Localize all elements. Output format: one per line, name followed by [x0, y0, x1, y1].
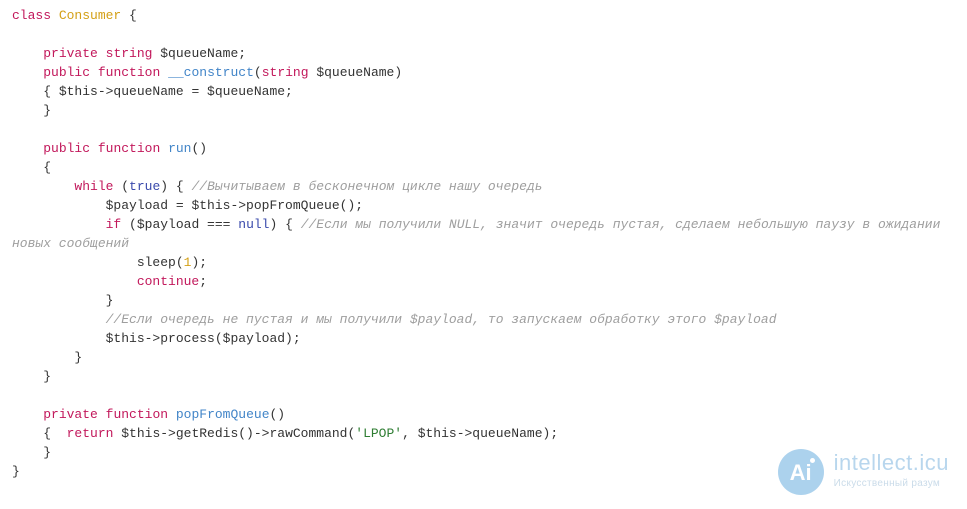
- code-token-punct: [12, 217, 106, 232]
- code-token-bool: true: [129, 179, 160, 194]
- code-token-punct: [12, 407, 43, 422]
- code-token-kw: string: [106, 46, 153, 61]
- watermark-subtitle: Искусственный разум: [834, 474, 949, 493]
- code-token-kw: private: [43, 407, 98, 422]
- code-token-cmt: //Вычитываем в бесконечном цикле нашу оч…: [191, 179, 542, 194]
- code-token-punct: ;: [199, 274, 207, 289]
- code-token-kw: return: [67, 426, 114, 441]
- code-token-punct: {: [121, 8, 137, 23]
- code-token-punct: [160, 65, 168, 80]
- watermark-text: intellect.icu Искусственный разум: [834, 452, 949, 493]
- code-token-punct: [90, 141, 98, 156]
- watermark-dot-icon: [810, 458, 815, 463]
- code-token-punct: $payload = $this->popFromQueue();: [12, 198, 363, 213]
- code-token-fn: run: [168, 141, 191, 156]
- code-token-punct: [168, 407, 176, 422]
- code-token-punct: [98, 46, 106, 61]
- code-token-punct: }: [12, 464, 20, 479]
- code-token-punct: (): [270, 407, 286, 422]
- code-token-punct: [90, 65, 98, 80]
- code-block: class Consumer { private string $queueNa…: [0, 0, 967, 487]
- code-token-kw: public: [43, 65, 90, 80]
- code-token-punct: [12, 312, 106, 327]
- code-token-kw: function: [98, 141, 160, 156]
- code-token-fn: popFromQueue: [176, 407, 270, 422]
- code-token-punct: ) {: [269, 217, 300, 232]
- code-token-kw: function: [106, 407, 168, 422]
- code-token-punct: [98, 407, 106, 422]
- code-token-punct: $this->process($payload);: [12, 331, 301, 346]
- code-token-kw: public: [43, 141, 90, 156]
- watermark-badge-text: Ai: [790, 463, 812, 482]
- code-token-bool: null: [238, 217, 269, 232]
- code-token-punct: $this->getRedis()->rawCommand(: [113, 426, 355, 441]
- code-token-punct: [12, 141, 43, 156]
- code-token-punct: , $this->queueName);: [402, 426, 558, 441]
- code-token-punct: ($payload ===: [121, 217, 238, 232]
- code-token-punct: (): [191, 141, 207, 156]
- code-token-punct: }: [12, 103, 51, 118]
- code-token-kw: continue: [137, 274, 199, 289]
- code-token-punct: sleep(: [12, 255, 184, 270]
- code-token-punct: [51, 8, 59, 23]
- code-token-kw: function: [98, 65, 160, 80]
- watermark: Ai intellect.icu Искусственный разум: [778, 449, 949, 495]
- code-token-punct: [12, 65, 43, 80]
- code-token-punct: (: [113, 179, 129, 194]
- code-token-kw: string: [262, 65, 309, 80]
- code-token-punct: (: [254, 65, 262, 80]
- code-token-punct: );: [191, 255, 207, 270]
- code-token-punct: }: [12, 293, 113, 308]
- code-token-punct: }: [12, 350, 82, 365]
- code-token-punct: }: [12, 369, 51, 384]
- code-token-type: Consumer: [59, 8, 121, 23]
- code-token-kw: while: [74, 179, 113, 194]
- watermark-title: intellect.icu: [834, 452, 949, 474]
- code-token-punct: {: [12, 426, 67, 441]
- code-token-str: 'LPOP': [355, 426, 402, 441]
- code-token-punct: ) {: [160, 179, 191, 194]
- code-token-fn: __construct: [168, 65, 254, 80]
- code-token-kw: class: [12, 8, 51, 23]
- code-token-punct: [160, 141, 168, 156]
- code-token-cmt: //Если очередь не пустая и мы получили $…: [106, 312, 777, 327]
- code-token-punct: [12, 274, 137, 289]
- watermark-badge: Ai: [778, 449, 824, 495]
- code-token-punct: [12, 46, 43, 61]
- code-token-punct: $queueName;: [152, 46, 246, 61]
- code-token-kw: if: [106, 217, 122, 232]
- code-token-punct: { $this->queueName = $queueName;: [12, 84, 293, 99]
- code-token-punct: }: [12, 445, 51, 460]
- code-token-punct: {: [12, 160, 51, 175]
- code-token-punct: $queueName): [309, 65, 403, 80]
- code-token-kw: private: [43, 46, 98, 61]
- code-token-punct: [12, 179, 74, 194]
